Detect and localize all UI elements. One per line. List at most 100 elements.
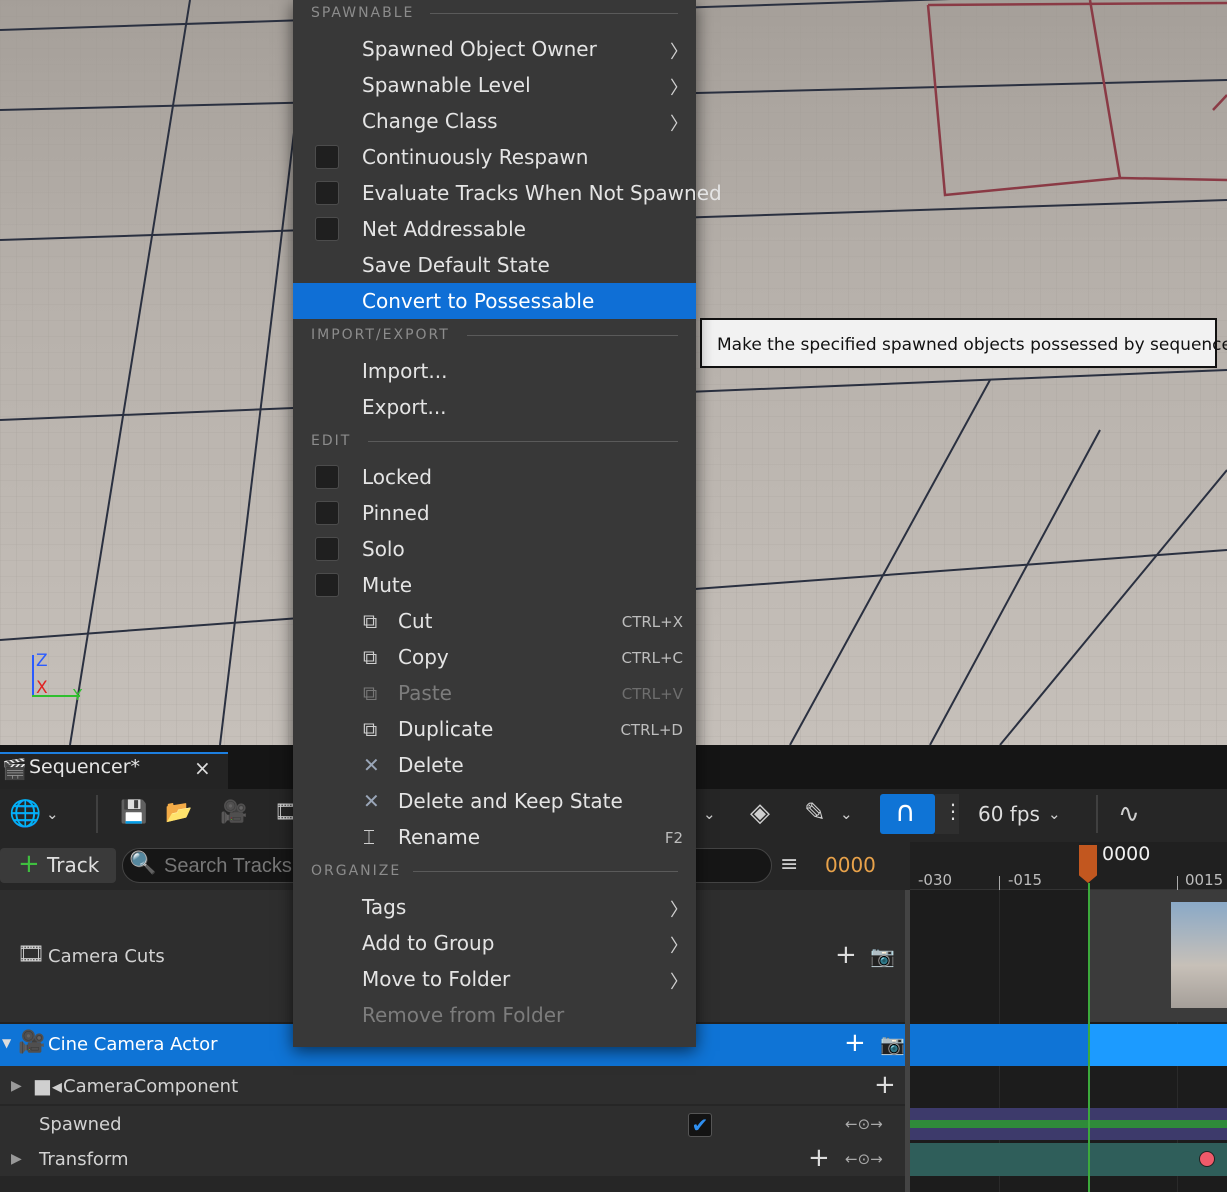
track-label-camera-cuts[interactable]: Camera Cuts — [48, 946, 165, 967]
menu-item-mute[interactable]: Mute — [362, 573, 412, 597]
chevron-right-icon: 〉 — [670, 114, 688, 135]
frame-counter[interactable]: 0000 — [825, 853, 876, 877]
key-nav-icon[interactable]: ←⊙→ — [845, 1150, 883, 1168]
expand-arrow-icon[interactable]: ▶ — [11, 1078, 22, 1094]
keyframe[interactable] — [1199, 1151, 1215, 1167]
playhead-handle[interactable] — [1079, 845, 1097, 883]
tick-label: -030 — [918, 871, 953, 889]
menu-item-label: Convert to Possessable — [362, 289, 595, 313]
menu-item-add-to-group[interactable]: Add to Group — [362, 931, 494, 955]
menu-item-paste: Paste — [398, 681, 452, 705]
menu-item-delete-keep-state[interactable]: Delete and Keep State — [398, 789, 623, 813]
time-ruler[interactable] — [910, 842, 1227, 890]
menu-item-copy[interactable]: Copy — [398, 645, 449, 669]
track-list-footer — [0, 1176, 905, 1192]
chevron-right-icon: 〉 — [670, 972, 688, 993]
menu-item-net-addressable[interactable]: Net Addressable — [362, 217, 526, 241]
magnet-icon: ∩ — [895, 795, 916, 828]
section-header-organize: ORGANIZE — [311, 863, 402, 879]
browse-icon[interactable]: 📂 — [165, 800, 192, 825]
camera-lock-icon[interactable]: 📷 — [870, 944, 895, 968]
continuously-respawn-checkbox[interactable] — [315, 145, 339, 169]
key-icon[interactable]: ◈ — [750, 798, 770, 828]
menu-item-label: Change Class — [362, 109, 498, 133]
net-addressable-checkbox[interactable] — [315, 217, 339, 241]
world-icon[interactable]: 🌐 — [9, 799, 41, 829]
menu-item-tags[interactable]: Tags — [362, 895, 406, 919]
tick-mark — [1177, 876, 1178, 890]
track-label-cine-camera-actor[interactable]: Cine Camera Actor — [48, 1034, 218, 1055]
track-label-spawned[interactable]: Spawned — [39, 1114, 122, 1135]
tooltip: Make the specified spawned objects posse… — [700, 318, 1227, 368]
add-icon[interactable]: + — [874, 1070, 896, 1100]
add-track-label: Track — [47, 853, 100, 877]
cut-icon: ⧉ — [363, 609, 378, 633]
section-divider — [413, 871, 678, 872]
camera-icon[interactable]: 🎥 — [220, 800, 247, 825]
add-icon[interactable]: + — [844, 1028, 866, 1058]
menu-item-export[interactable]: Export... — [362, 395, 447, 419]
menu-item-pinned[interactable]: Pinned — [362, 501, 430, 525]
rename-icon: ⌶ — [363, 825, 375, 849]
playhead-line — [1088, 883, 1090, 1192]
camera-thumbnail — [1171, 902, 1227, 1008]
chevron-down-icon[interactable]: ⌄ — [840, 805, 853, 823]
menu-item-import[interactable]: Import... — [362, 359, 447, 383]
menu-item-locked[interactable]: Locked — [362, 465, 432, 489]
expand-arrow-icon[interactable]: ▶ — [11, 1151, 22, 1167]
tick-label: 0015 — [1185, 871, 1224, 889]
section-divider — [430, 13, 678, 14]
transform-timeline-row[interactable] — [910, 1143, 1227, 1176]
section-header-spawnable: SPAWNABLE — [311, 5, 415, 21]
section-divider — [467, 335, 678, 336]
evaluate-tracks-checkbox[interactable] — [315, 181, 339, 205]
menu-item-rename[interactable]: Rename — [398, 825, 480, 849]
row-divider — [0, 1104, 905, 1106]
solo-checkbox[interactable] — [315, 537, 339, 561]
search-input[interactable] — [162, 851, 296, 881]
spawned-bool-curve — [910, 1120, 1227, 1128]
menu-item-evaluate-tracks[interactable]: Evaluate Tracks When Not Spawned — [362, 181, 722, 205]
track-label-camera-component[interactable]: CameraComponent — [63, 1076, 238, 1097]
menu-item-duplicate[interactable]: Duplicate — [398, 717, 493, 741]
delete-icon: ✕ — [363, 753, 380, 777]
key-nav-icon[interactable]: ←⊙→ — [845, 1115, 883, 1133]
curve-editor-icon[interactable]: ∿ — [1118, 799, 1140, 829]
track-label-transform[interactable]: Transform — [39, 1149, 129, 1170]
chevron-down-icon[interactable]: ⌄ — [1048, 805, 1061, 823]
menu-item-label: Spawned Object Owner — [362, 37, 597, 61]
spawned-checkbox[interactable]: ✔ — [688, 1113, 712, 1137]
pencil-icon[interactable]: ✎ — [804, 798, 826, 828]
menu-item-solo[interactable]: Solo — [362, 537, 405, 561]
shortcut-copy: CTRL+C — [621, 649, 683, 667]
menu-item-delete[interactable]: Delete — [398, 753, 464, 777]
pinned-checkbox[interactable] — [315, 501, 339, 525]
filter-icon[interactable]: ≡ — [780, 852, 798, 877]
menu-item-move-to-folder[interactable]: Move to Folder — [362, 967, 510, 991]
close-icon[interactable]: × — [194, 756, 211, 780]
y-axis-label: Y — [73, 686, 83, 704]
z-axis-label: Z — [36, 651, 48, 671]
add-icon[interactable]: + — [835, 940, 857, 970]
chevron-down-icon[interactable]: ⌄ — [703, 805, 716, 823]
save-icon[interactable]: 💾 — [120, 800, 147, 825]
plus-icon: + — [18, 849, 40, 879]
add-icon[interactable]: + — [808, 1143, 830, 1173]
menu-item-cut[interactable]: Cut — [398, 609, 432, 633]
duplicate-icon: ⧉ — [363, 717, 378, 741]
chevron-down-icon[interactable]: ⌄ — [46, 805, 59, 823]
mute-checkbox[interactable] — [315, 573, 339, 597]
collapse-arrow-icon[interactable]: ▼ — [2, 1036, 11, 1050]
menu-item-save-default-state[interactable]: Save Default State — [362, 253, 550, 277]
delete-icon: ✕ — [363, 789, 380, 813]
paste-icon: ⧉ — [363, 681, 378, 705]
tick-mark — [999, 876, 1000, 890]
cine-camera-section[interactable] — [1088, 1024, 1227, 1066]
menu-item-continuously-respawn[interactable]: Continuously Respawn — [362, 145, 588, 169]
locked-checkbox[interactable] — [315, 465, 339, 489]
camera-lock-icon[interactable]: 📷 — [880, 1032, 905, 1056]
chevron-right-icon: 〉 — [670, 78, 688, 99]
shortcut-duplicate: CTRL+D — [620, 721, 683, 739]
fps-selector[interactable]: 60 fps — [978, 802, 1040, 826]
z-axis-gizmo — [32, 655, 34, 697]
